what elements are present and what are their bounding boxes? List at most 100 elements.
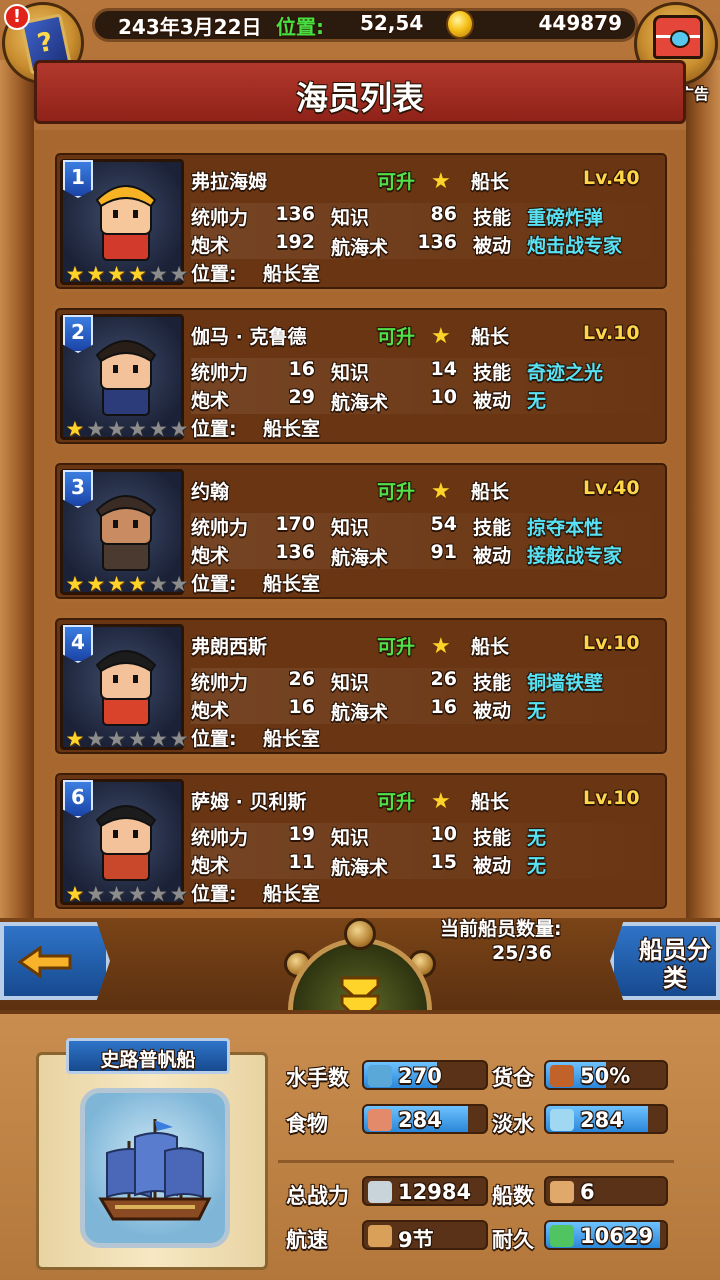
- upgrade-label[interactable]: 可升: [377, 322, 415, 349]
- star-icon: ★: [86, 417, 106, 441]
- alert-icon: !: [4, 4, 30, 30]
- star-rating: ★ ★ ★ ★ ★ ★: [65, 417, 189, 441]
- passive-value[interactable]: 接舷战专家: [527, 541, 622, 568]
- crew-role: 船长: [471, 636, 510, 658]
- command-label: 统帅力: [191, 362, 249, 384]
- gunnery-label: 炮术: [191, 545, 230, 567]
- knowledge-label: 知识: [331, 517, 370, 539]
- crew-card[interactable]: 6 ★ ★ ★ ★ ★ ★ 萨姆 · 贝利斯 可升 ★ 船长 Lv.10 统帅力 19 知识 10 技能无炮术 1…: [52, 770, 670, 912]
- navigation-value: 16: [430, 696, 457, 718]
- power-value: 12984: [398, 1180, 472, 1204]
- star-icon: ★: [148, 882, 168, 906]
- crew-portrait[interactable]: 3 ★ ★ ★ ★ ★ ★: [60, 469, 188, 595]
- crew-list[interactable]: 1 ★ ★ ★ ★ ★ ★ 弗拉海姆 可升 ★ 船长 Lv.40 统帅力 136 知识 86 技能 重磅炸弹 炮术 1…: [34, 130, 686, 920]
- cargo-label: 货仓: [492, 1066, 534, 1090]
- back-button[interactable]: [0, 922, 110, 1000]
- skill-value[interactable]: 无: [527, 823, 546, 850]
- star-icon: ★: [431, 789, 451, 814]
- star-icon: ★: [127, 727, 147, 751]
- crew-name: 弗朗西斯: [191, 636, 268, 658]
- skill-label: 技能: [473, 207, 512, 229]
- crew-level: Lv.40: [583, 167, 640, 189]
- passive-value[interactable]: 炮击战专家: [527, 231, 622, 258]
- crew-portrait[interactable]: 1 ★ ★ ★ ★ ★ ★: [60, 159, 188, 285]
- crew-card[interactable]: 1 ★ ★ ★ ★ ★ ★ 弗拉海姆 可升 ★ 船长 Lv.40 统帅力 136 知识 86 技能 重磅炸弹 炮术 1…: [52, 150, 670, 292]
- passive-label: 被动: [473, 700, 512, 722]
- star-rating: ★ ★ ★ ★ ★ ★: [65, 262, 189, 286]
- crew-info: 萨姆 · 贝利斯 可升 ★ 船长 Lv.10 统帅力 19 知识 10 技能无炮术 11 航海术 15 被…: [191, 773, 667, 911]
- upgrade-label[interactable]: 可升: [377, 787, 415, 814]
- stats-divider: [278, 1160, 674, 1163]
- star-icon: ★: [65, 262, 85, 286]
- upgrade-label[interactable]: 可升: [377, 632, 415, 659]
- gunnery-value: 29: [288, 386, 315, 408]
- location-label: 位置:: [191, 728, 237, 750]
- passive-value[interactable]: 无: [527, 386, 546, 413]
- durability-icon: [550, 1225, 574, 1247]
- sailors-label: 水手数: [286, 1066, 349, 1090]
- gold-coin-icon: [446, 9, 474, 39]
- crew-name: 弗拉海姆: [191, 171, 268, 193]
- star-rating: ★ ★ ★ ★ ★ ★: [65, 572, 189, 596]
- location-label: 位置:: [191, 418, 237, 440]
- skill-value[interactable]: 掠夺本性: [527, 513, 603, 540]
- skill-value[interactable]: 奇迹之光: [527, 358, 603, 385]
- star-icon: ★: [86, 727, 106, 751]
- gunnery-label: 炮术: [191, 390, 230, 412]
- star-rating: ★ ★ ★ ★ ★ ★: [65, 727, 189, 751]
- gunnery-value: 136: [275, 541, 315, 563]
- crew-level: Lv.40: [583, 477, 640, 499]
- page-title: 海员列表: [295, 79, 424, 117]
- star-icon: ★: [107, 262, 126, 286]
- power-bar: 12984: [362, 1176, 488, 1206]
- crew-portrait[interactable]: 2 ★ ★ ★ ★ ★ ★: [60, 314, 188, 440]
- star-icon: ★: [431, 169, 451, 194]
- crew-role: 船长: [471, 791, 510, 813]
- crew-portrait[interactable]: 6 ★ ★ ★ ★ ★ ★: [60, 779, 188, 906]
- crew-portrait[interactable]: 4 ★ ★ ★ ★ ★ ★: [60, 624, 188, 750]
- star-icon: ★: [169, 572, 189, 596]
- ship-name: 史路普帆船: [100, 1049, 196, 1071]
- location-label: 位置:: [191, 263, 237, 285]
- upgrade-label[interactable]: 可升: [377, 477, 415, 504]
- star-icon: ★: [169, 262, 189, 286]
- knowledge-value: 14: [430, 358, 457, 380]
- knowledge-value: 86: [430, 203, 457, 225]
- star-icon: ★: [169, 727, 189, 751]
- crew-count-label: 当前船员数量:: [440, 918, 562, 940]
- sailors-bar: 270: [362, 1060, 488, 1090]
- navigation-label: 航海术: [331, 392, 389, 414]
- skill-label: 技能: [473, 827, 512, 849]
- passive-value[interactable]: 无: [527, 851, 546, 878]
- crew-role: 船长: [471, 326, 510, 348]
- crew-card[interactable]: 3 ★ ★ ★ ★ ★ ★ 约翰 可升 ★ 船长 Lv.40 统帅力 170 知识 54 技能 掠夺本性 炮术 136…: [52, 460, 670, 602]
- star-icon: ★: [148, 417, 168, 441]
- crew-avatar-icon: [95, 495, 157, 571]
- crew-classify-button[interactable]: 船员分类: [610, 922, 720, 1000]
- speed-bar: 9节: [362, 1220, 488, 1250]
- skill-value[interactable]: 铜墙铁壁: [527, 668, 603, 695]
- star-icon: ★: [107, 572, 126, 596]
- gunnery-label: 炮术: [191, 235, 230, 257]
- skill-label: 技能: [473, 672, 512, 694]
- gunnery-value: 11: [288, 851, 315, 873]
- crew-info: 伽马 · 克鲁德 可升 ★ 船长 Lv.10 统帅力 16 知识 14 技能 奇迹之光 炮术 29 航海术…: [191, 308, 667, 446]
- skill-value[interactable]: 重磅炸弹: [527, 203, 603, 230]
- ship-portrait[interactable]: [80, 1088, 230, 1248]
- water-bar: 284: [544, 1104, 668, 1134]
- durability-label: 耐久: [492, 1228, 534, 1252]
- upgrade-label[interactable]: 可升: [377, 167, 415, 194]
- location-value: 船长室: [263, 418, 321, 440]
- crew-role: 船长: [471, 171, 510, 193]
- food-bar: 284: [362, 1104, 488, 1134]
- crew-name: 伽马 · 克鲁德: [191, 326, 307, 348]
- crew-card[interactable]: 4 ★ ★ ★ ★ ★ ★ 弗朗西斯 可升 ★ 船长 Lv.10 统帅力 26 知识 26 技能 铜墙铁壁 炮术 16…: [52, 615, 670, 757]
- knowledge-label: 知识: [331, 827, 370, 849]
- location-value: 船长室: [263, 263, 321, 285]
- back-arrow-icon: [18, 946, 72, 978]
- crew-avatar-icon: [95, 805, 157, 881]
- passive-value[interactable]: 无: [527, 696, 546, 723]
- crew-card[interactable]: 2 ★ ★ ★ ★ ★ ★ 伽马 · 克鲁德 可升 ★ 船长 Lv.10 统帅力 16 知识 14 技能 奇迹之光…: [52, 305, 670, 447]
- ship-name-ribbon: 史路普帆船: [66, 1038, 230, 1074]
- crew-info: 约翰 可升 ★ 船长 Lv.40 统帅力 170 知识 54 技能 掠夺本性 炮术 136 航海术 91 被动…: [191, 463, 667, 601]
